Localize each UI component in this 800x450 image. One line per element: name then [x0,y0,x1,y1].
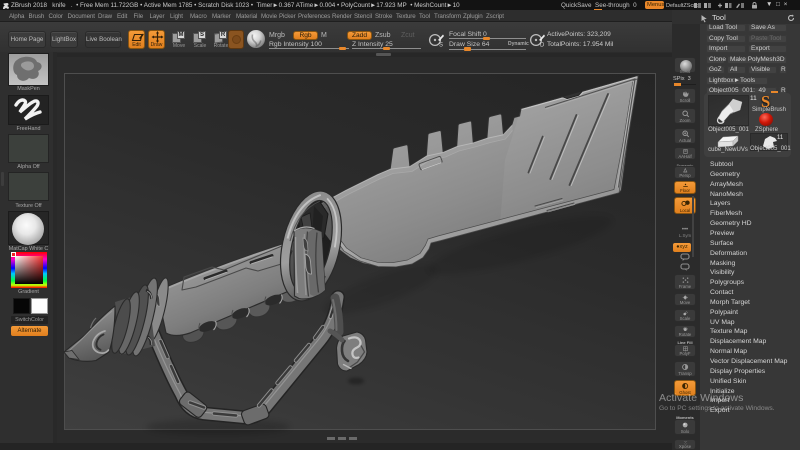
svg-text:D: D [540,43,545,48]
svg-text:S: S [439,43,443,48]
